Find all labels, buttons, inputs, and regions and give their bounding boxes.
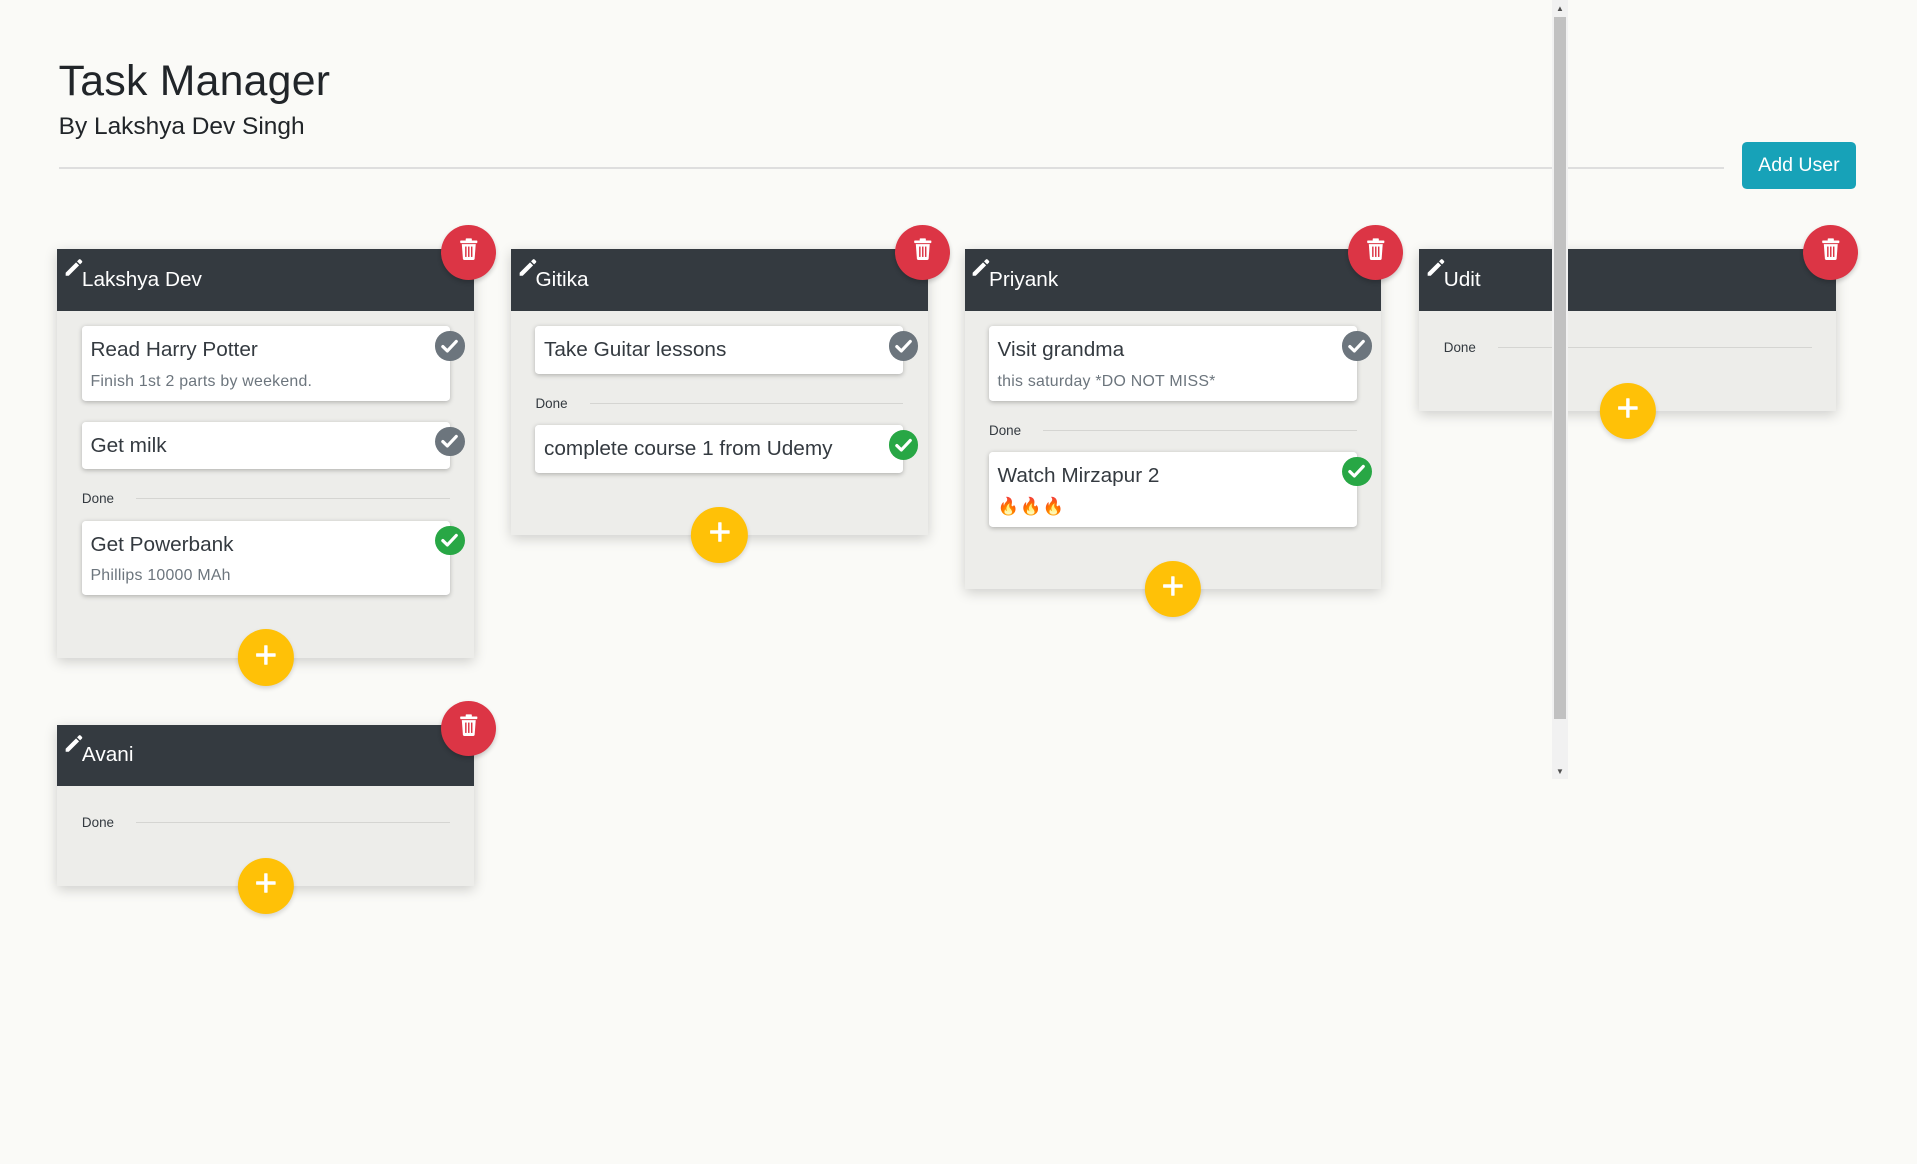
scroll-down-arrow-icon[interactable]: ▼ — [1552, 763, 1568, 779]
task-title: Take Guitar lessons — [543, 338, 727, 362]
user-card-header: Lakshya Dev — [57, 224, 497, 311]
task-card[interactable]: Take Guitar lessons — [535, 326, 919, 375]
done-label: Done — [81, 491, 115, 507]
task-description: Finish 1st 2 parts by weekend. — [90, 372, 313, 390]
done-label: Done — [81, 815, 115, 831]
task-title: Read Harry Potter — [90, 338, 258, 362]
user-card-header: Priyank — [964, 224, 1404, 311]
done-label: Done — [535, 395, 568, 411]
user-card-body: Visit grandma this saturday *DO NOT MISS*… — [965, 311, 1382, 590]
user-name: Lakshya Dev — [81, 267, 202, 291]
done-label: Done — [1443, 339, 1476, 355]
done-divider: Done — [82, 814, 450, 831]
task-title: complete course 1 from Udemy — [543, 437, 833, 461]
task-card[interactable]: Read Harry Potter Finish 1st 2 parts by w… — [81, 326, 465, 401]
user-card-body: Take Guitar lessons Done complete course 1… — [511, 311, 928, 536]
done-divider: Done — [989, 422, 1357, 439]
mark-done-check-icon[interactable] — [435, 426, 465, 456]
user-name: Priyank — [988, 267, 1059, 291]
header-divider — [58, 167, 1724, 169]
mark-done-check-icon[interactable] — [888, 331, 919, 361]
done-divider: Done — [535, 395, 904, 412]
delete-user-button[interactable] — [441, 700, 497, 756]
user-name: Avani — [81, 743, 134, 767]
user-card-body: Read Harry Potter Finish 1st 2 parts by w… — [57, 311, 474, 658]
plus-icon — [255, 644, 277, 672]
vertical-scrollbar[interactable]: ▲ ▼ — [1552, 0, 1568, 779]
task-title: Watch Mirzapur 2 — [997, 464, 1160, 488]
done-line — [136, 498, 450, 500]
user-name: Udit — [1443, 267, 1481, 291]
task-card[interactable]: complete course 1 from Udemy — [535, 425, 919, 474]
add-task-button[interactable] — [691, 507, 748, 564]
done-divider: Done — [1444, 339, 1812, 356]
done-line — [589, 402, 904, 404]
add-task-button[interactable] — [1599, 382, 1656, 439]
app: Task Manager By Lakshya Dev Singh Add Us… — [0, 0, 1917, 1164]
page-title: Task Manager — [58, 57, 331, 106]
plus-icon — [255, 872, 277, 900]
completed-check-icon[interactable] — [1342, 457, 1372, 487]
done-divider: Done — [82, 490, 450, 507]
done-line — [1043, 429, 1357, 431]
delete-user-button[interactable] — [1803, 224, 1859, 280]
trash-icon — [459, 238, 479, 266]
add-task-button[interactable] — [237, 629, 294, 686]
mark-done-check-icon[interactable] — [1342, 331, 1372, 361]
scrollbar-thumb[interactable] — [1554, 17, 1566, 719]
task-card[interactable]: Watch Mirzapur 2 🔥🔥🔥 — [988, 452, 1372, 527]
done-line — [136, 822, 450, 824]
user-card: Priyank Visit grandma this saturday *DO NO… — [964, 224, 1404, 618]
task-title: Get Powerbank — [90, 532, 234, 556]
user-card: Gitika Take Guitar lessons Done complete co… — [511, 224, 950, 564]
task-description: 🔥🔥🔥 — [997, 497, 1066, 517]
user-card: Avani Done — [57, 700, 497, 915]
user-card-header: Gitika — [511, 224, 950, 311]
user-card-header: Avani — [57, 700, 497, 787]
user-name: Gitika — [535, 267, 589, 291]
task-title: Visit grandma — [997, 338, 1125, 362]
add-task-button[interactable] — [237, 858, 294, 915]
trash-icon — [913, 238, 933, 266]
task-card[interactable]: Get Powerbank Phillips 10000 MAh — [81, 520, 465, 596]
delete-user-button[interactable] — [1348, 224, 1404, 280]
user-card-header: Udit — [1419, 224, 1859, 311]
trash-icon — [1366, 238, 1386, 266]
user-card: Lakshya Dev Read Harry Potter Finish 1st 2… — [57, 224, 497, 686]
mark-done-check-icon[interactable] — [435, 331, 465, 361]
task-title: Get milk — [90, 433, 167, 457]
add-user-button[interactable]: Add User — [1742, 141, 1856, 190]
task-card[interactable]: Get milk — [81, 421, 465, 470]
plus-icon — [1617, 397, 1639, 425]
page-subtitle: By Lakshya Dev Singh — [58, 113, 305, 141]
trash-icon — [1821, 238, 1841, 266]
user-card: Udit Done — [1419, 224, 1859, 439]
plus-icon — [1162, 575, 1184, 603]
add-task-button[interactable] — [1144, 561, 1202, 618]
plus-icon — [708, 521, 730, 549]
task-card[interactable]: Visit grandma this saturday *DO NOT MISS* — [988, 326, 1372, 401]
task-description: this saturday *DO NOT MISS* — [997, 372, 1216, 390]
task-description: Phillips 10000 MAh — [90, 566, 231, 584]
completed-check-icon[interactable] — [888, 430, 919, 460]
delete-user-button[interactable] — [894, 224, 950, 280]
completed-check-icon[interactable] — [435, 525, 465, 555]
trash-icon — [459, 714, 479, 742]
page-header: Task Manager By Lakshya Dev Singh — [59, 56, 1722, 142]
done-line — [1497, 346, 1812, 348]
done-label: Done — [988, 422, 1022, 438]
delete-user-button[interactable] — [441, 224, 497, 280]
scroll-up-arrow-icon[interactable]: ▲ — [1552, 0, 1568, 16]
